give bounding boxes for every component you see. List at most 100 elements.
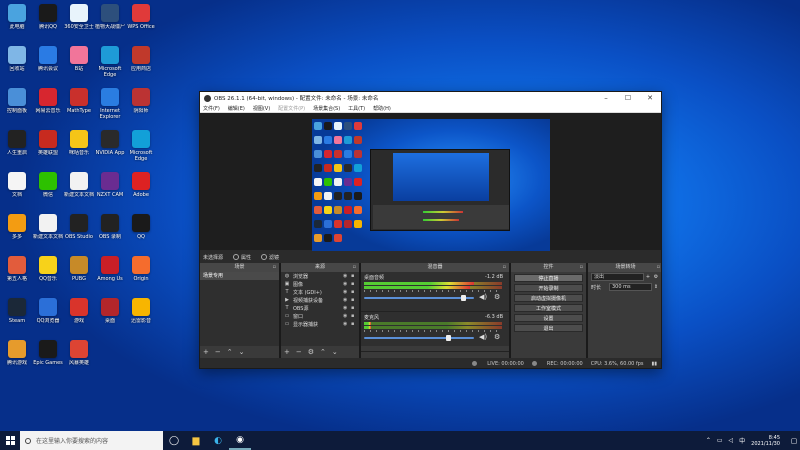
volume-icon[interactable]: ◁ [729, 437, 734, 444]
desktop-icon[interactable]: 360安全卫士 [62, 4, 96, 36]
desktop-icon[interactable]: Origin [124, 256, 158, 288]
desktop-icon[interactable]: 植物大战僵尸 [93, 4, 127, 36]
desktop-icon[interactable]: 文档 [0, 172, 34, 204]
slider-knob[interactable] [460, 295, 466, 301]
properties-button[interactable]: 属性 [233, 254, 251, 261]
remove-icon[interactable]: − [296, 348, 302, 356]
source-item[interactable]: ◍ 浏览器 ◉ ▪ [281, 272, 359, 280]
gear-icon[interactable]: ⚙ [494, 293, 500, 301]
file-explorer-icon[interactable]: ▆ [185, 431, 207, 450]
source-item[interactable]: ▭ 窗口 ◉ ▪ [281, 312, 359, 320]
menu-file[interactable]: 文件(F) [203, 105, 220, 112]
desktop-icon[interactable]: 风暴英雄 [62, 340, 96, 372]
desktop-icon[interactable]: Microsoft Edge [93, 46, 127, 78]
desktop-icon[interactable]: MathType [62, 88, 96, 120]
desktop-icon[interactable]: Microsoft Edge [124, 130, 158, 162]
desktop-icon[interactable]: Internet Explorer [93, 88, 127, 120]
desktop-icon[interactable]: QQ [124, 214, 158, 246]
control-button[interactable]: 开始录制 [514, 284, 583, 292]
visibility-eye-icon[interactable]: ◉ [343, 313, 349, 319]
source-item[interactable]: ▶ 视频捕获设备 ◉ ▪ [281, 296, 359, 304]
chevron-up-icon[interactable]: ⌃ [706, 437, 711, 444]
source-item[interactable]: T OBS源 ◉ ▪ [281, 304, 359, 312]
control-button[interactable]: 停止直播 [514, 274, 583, 282]
spin-icon[interactable]: ⇕ [652, 284, 660, 290]
close-button[interactable]: ✕ [639, 92, 661, 104]
lock-icon[interactable]: ▪ [351, 273, 356, 279]
scene-item[interactable]: 场景专用 [200, 272, 279, 280]
desktop-icon[interactable]: 此电脑 [0, 4, 34, 36]
maximize-button[interactable]: ☐ [617, 92, 639, 104]
clock[interactable]: 8:45 2021/11/30 [751, 435, 780, 447]
duration-input[interactable]: 300 ms [609, 283, 652, 291]
desktop-icon[interactable]: 腾讯QQ [31, 4, 65, 36]
dock-float-icon[interactable]: ▫ [580, 263, 583, 272]
desktop-icon[interactable]: 微信 [31, 172, 65, 204]
source-item[interactable]: ▭ 显示器捕获 ◉ ▪ [281, 320, 359, 328]
down-icon[interactable]: ⌄ [332, 348, 338, 356]
dock-float-icon[interactable]: ▫ [273, 263, 276, 272]
desktop-icon[interactable]: Steam [0, 298, 34, 330]
desktop-icon[interactable]: WPS Office [124, 4, 158, 36]
lock-icon[interactable]: ▪ [351, 313, 356, 319]
obs-titlebar[interactable]: OBS 26.1.1 (64-bit, windows) - 配置文件: 未命名… [200, 92, 661, 104]
desktop-icon[interactable]: 控制面板 [0, 88, 34, 120]
up-icon[interactable]: ⌃ [320, 348, 326, 356]
control-button[interactable]: 工作室模式 [514, 304, 583, 312]
down-icon[interactable]: ⌄ [239, 348, 245, 356]
desktop-icon[interactable]: 腾讯会议 [31, 46, 65, 78]
desktop-icon[interactable]: Epic Games [31, 340, 65, 372]
menu-tools[interactable]: 工具(T) [348, 105, 365, 112]
source-item[interactable]: T 文本 (GDI+) ◉ ▪ [281, 288, 359, 296]
desktop-icon[interactable]: Among Us [93, 256, 127, 288]
add-icon[interactable]: + [203, 348, 209, 356]
gear-icon[interactable]: ⚙ [652, 274, 660, 280]
edge-icon[interactable]: ◐ [207, 431, 229, 450]
desktop-icon[interactable]: 回收站 [0, 46, 34, 78]
add-icon[interactable]: + [644, 274, 652, 280]
menu-profile[interactable]: 配置文件(P) [278, 105, 305, 112]
visibility-eye-icon[interactable]: ◉ [343, 281, 349, 287]
lock-icon[interactable]: ▪ [351, 297, 356, 303]
desktop-icon[interactable]: 游戏 [62, 298, 96, 330]
lock-icon[interactable]: ▪ [351, 289, 356, 295]
desktop-icon[interactable]: OBS Studio [62, 214, 96, 246]
minimize-button[interactable]: – [595, 92, 617, 104]
desktop-icon[interactable]: 阴阳师 [124, 88, 158, 120]
menu-view[interactable]: 视图(V) [253, 105, 270, 112]
search-box[interactable]: 在这里输入你要搜索的内容 [20, 431, 163, 450]
visibility-eye-icon[interactable]: ◉ [343, 297, 349, 303]
dock-float-icon[interactable]: ▫ [353, 263, 356, 272]
slider-knob[interactable] [445, 335, 451, 341]
control-button[interactable]: 启动虚拟摄像机 [514, 294, 583, 302]
desktop-icon[interactable]: 英雄联盟 [31, 130, 65, 162]
transition-type-select[interactable]: 淡出 [591, 273, 644, 281]
add-icon[interactable]: + [284, 348, 290, 356]
volume-slider[interactable] [364, 295, 474, 301]
desktop-icon[interactable]: 人生重启 [0, 130, 34, 162]
desktop-icon[interactable]: 第五人格 [0, 256, 34, 288]
desktop-icon[interactable]: B站 [62, 46, 96, 78]
dock-float-icon[interactable]: ▫ [657, 263, 660, 272]
dock-float-icon[interactable]: ▫ [503, 263, 506, 272]
speaker-icon[interactable]: ◀) [479, 333, 487, 341]
menu-scene-collection[interactable]: 场景集合(S) [313, 105, 340, 112]
notification-icon[interactable]: ▢ [788, 437, 800, 445]
desktop-icon[interactable]: 腾讯游戏 [0, 340, 34, 372]
source-item[interactable]: ▣ 图像 ◉ ▪ [281, 280, 359, 288]
visibility-eye-icon[interactable]: ◉ [343, 289, 349, 295]
gear-icon[interactable]: ⚙ [308, 348, 314, 356]
desktop-icon[interactable]: OBS 录制 [93, 214, 127, 246]
task-view-icon[interactable]: ◯ [163, 431, 185, 450]
lock-icon[interactable]: ▪ [351, 281, 356, 287]
volume-slider[interactable] [364, 335, 474, 341]
desktop-icon[interactable]: 应用商店 [124, 46, 158, 78]
desktop-icon[interactable]: NVIDIA App [93, 130, 127, 162]
speaker-icon[interactable]: ◀) [479, 293, 487, 301]
desktop-icon[interactable]: 新建文本文档 [31, 214, 65, 246]
visibility-eye-icon[interactable]: ◉ [343, 273, 349, 279]
obs-taskbar-icon[interactable]: ◉ [229, 431, 251, 450]
desktop-icon[interactable]: QQ音乐 [31, 256, 65, 288]
ime-icon[interactable]: 中 [739, 436, 745, 445]
desktop-icon[interactable]: 迅雷影音 [124, 298, 158, 330]
